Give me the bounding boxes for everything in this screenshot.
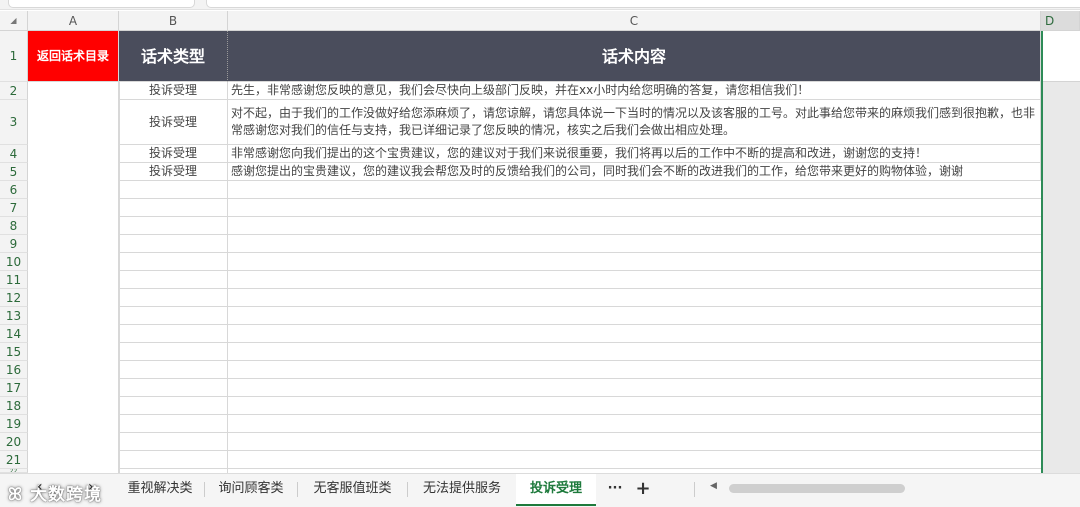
tab-cannot-serve[interactable]: 无法提供服务 (410, 474, 514, 504)
grid-line (119, 198, 1041, 199)
row-header[interactable]: 6 (0, 181, 28, 199)
tab-separator (297, 482, 298, 497)
prev-sheet-icon[interactable]: ‹ (37, 479, 43, 495)
grid-line (119, 270, 1041, 271)
row-header[interactable]: 1 (0, 31, 28, 82)
grid-line (119, 468, 1041, 469)
row-header[interactable]: 9 (0, 235, 28, 253)
name-box[interactable] (8, 0, 195, 8)
row-header[interactable]: 14 (0, 325, 28, 343)
grid-line (119, 450, 1041, 451)
row-header[interactable]: 7 (0, 199, 28, 217)
row-header[interactable]: 2 (0, 82, 28, 100)
grid-line (119, 414, 1041, 415)
column-header-b[interactable]: B (119, 11, 228, 31)
row-header[interactable]: 10 (0, 253, 28, 271)
tab-repair-category[interactable]: 重视解决类 (118, 474, 202, 504)
content-cell[interactable]: 先生，非常感谢您反映的意见，我们会尽快向上级部门反映，并在xx小时内给您明确的答… (228, 82, 1041, 100)
scroll-left-icon[interactable]: ◀ (710, 481, 717, 491)
grid-line (119, 432, 1041, 433)
grid-line (119, 288, 1041, 289)
row-header[interactable]: 18 (0, 397, 28, 415)
more-tabs-button[interactable]: ··· (600, 474, 630, 504)
formula-input[interactable] (206, 0, 1080, 8)
row-header[interactable]: 15 (0, 343, 28, 361)
column-header-d[interactable]: D (1041, 11, 1080, 31)
column-header-a[interactable]: A (28, 11, 119, 31)
grid-line (119, 342, 1041, 343)
tab-no-service-duty[interactable]: 无客服值班类 (300, 474, 405, 504)
content-cell[interactable]: 非常感谢您向我们提出的这个宝贵建议，您的建议对于我们来说很重要，我们将再以后的工… (228, 145, 1041, 163)
grid-line (119, 360, 1041, 361)
grid-line (119, 234, 1041, 235)
horizontal-scrollbar[interactable] (729, 484, 905, 493)
content-cell[interactable]: 感谢您提出的宝贵建议，您的建议我会帮您及时的反馈给我们的公司，同时我们会不断的改… (228, 163, 1041, 181)
grid-line (119, 396, 1041, 397)
select-all-corner[interactable]: ◢ (0, 11, 28, 31)
back-to-directory-button[interactable]: 返回话术目录 (28, 31, 119, 82)
type-cell[interactable]: 投诉受理 (119, 100, 228, 145)
column-header-c[interactable]: C (228, 11, 1041, 31)
content-cell[interactable]: 对不起，由于我们的工作没做好给您添麻烦了，请您谅解，请您具体说一下当时的情况以及… (228, 100, 1041, 145)
add-sheet-button[interactable]: + (630, 474, 656, 504)
row-header[interactable]: 20 (0, 433, 28, 451)
tab-separator (407, 482, 408, 497)
cell-d1[interactable] (1043, 31, 1080, 82)
row-header[interactable]: 19 (0, 415, 28, 433)
row-header[interactable]: 21 (0, 451, 28, 469)
sheet-tab-bar: ꕤ 大数跨境 ‹ › 重视解决类 询问顾客类 无客服值班类 无法提供服务 投诉受… (0, 473, 1080, 507)
next-sheet-icon[interactable]: › (88, 479, 94, 495)
row-header[interactable]: 11 (0, 271, 28, 289)
content-header-cell[interactable]: 话术内容 (228, 31, 1041, 82)
tab-separator (204, 482, 205, 497)
row-header[interactable]: 17 (0, 379, 28, 397)
column-d-selection[interactable] (1041, 31, 1080, 473)
type-cell[interactable]: 投诉受理 (119, 145, 228, 163)
type-cell[interactable]: 投诉受理 (119, 163, 228, 181)
formula-bar-strip (0, 0, 1080, 10)
grid-line (119, 216, 1041, 217)
grid-line (119, 252, 1041, 253)
row-header[interactable]: 16 (0, 361, 28, 379)
row-header[interactable]: 5 (0, 163, 28, 181)
type-cell[interactable]: 投诉受理 (119, 82, 228, 100)
row-header[interactable]: 8 (0, 217, 28, 235)
tab-ask-customer[interactable]: 询问顾客类 (207, 474, 295, 504)
row-header[interactable]: 3 (0, 100, 28, 145)
grid-line (119, 324, 1041, 325)
grid-line (119, 306, 1041, 307)
column-a-blank-cell[interactable] (28, 82, 119, 473)
tab-complaint[interactable]: 投诉受理 (516, 474, 596, 506)
row-header[interactable]: 13 (0, 307, 28, 325)
row-header[interactable]: 4 (0, 145, 28, 163)
tab-separator (694, 482, 695, 497)
type-header-cell[interactable]: 话术类型 (119, 31, 228, 82)
grid-line (119, 378, 1041, 379)
row-header[interactable]: 12 (0, 289, 28, 307)
